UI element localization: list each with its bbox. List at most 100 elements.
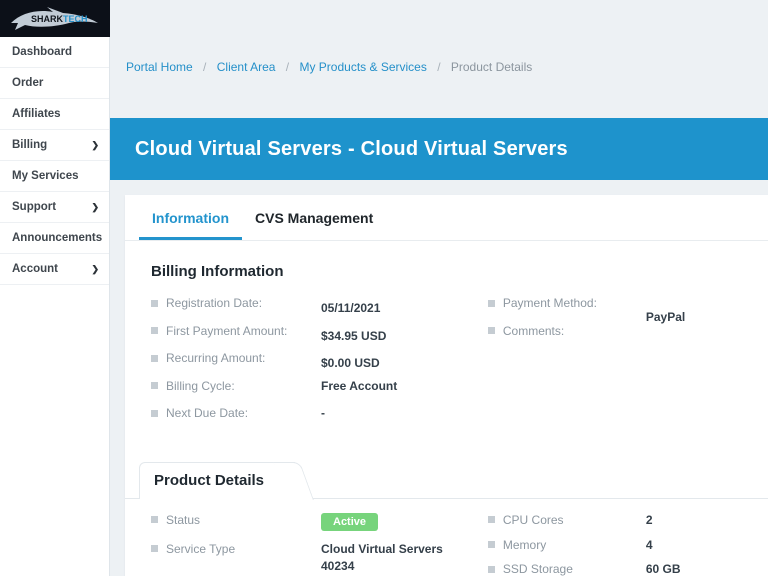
service-type-name: Cloud Virtual Servers [321,541,443,556]
sidebar-item-label: Affiliates [12,108,61,120]
sidebar-item-label: Billing [12,139,48,151]
bullet-icon [151,327,158,335]
sidebar-item-account[interactable]: Account ❯ [0,254,109,285]
chevron-right-icon: ❯ [91,139,99,150]
bullet-icon [487,327,495,335]
field-label: Billing Cycle: [166,378,235,393]
sidebar-item-my-services[interactable]: My Services [0,161,109,192]
shark-logo-icon: SHARK TECH [11,6,98,30]
bullet-icon [151,516,158,524]
sidebar-item-label: Account [12,263,58,275]
product-left-column: Status Active Service Type Cloud Virtual… [151,512,488,576]
product-details-grid: Status Active Service Type Cloud Virtual… [125,499,768,576]
billing-cycle-value: Free Account [321,378,398,393]
brand-name-secondary: TECH [63,14,88,24]
billing-right-column: Payment Method: PayPal Comments: [487,296,742,434]
bullet-icon [151,382,158,390]
bullet-icon [151,299,158,307]
product-details-tab-header: Product Details [125,461,768,499]
breadcrumb-link-my-products[interactable]: My Products & Services [299,60,426,74]
tab-label: CVS Management [255,210,374,226]
service-type-value: Cloud Virtual Servers 40234 [321,542,443,575]
billing-row-billing-cycle: Billing Cycle: Free Account [151,379,488,395]
field-label: Recurring Amount: [166,351,266,366]
breadcrumb-link-client-area[interactable]: Client Area [217,60,276,74]
product-row-memory: Memory 4 [487,537,742,554]
field-label: Service Type [166,541,236,556]
sidebar-item-announcements[interactable]: Announcements [0,223,109,254]
sidebar-item-label: My Services [12,170,79,182]
breadcrumb-separator: / [285,60,290,74]
service-type-number: 40234 [321,558,355,573]
recurring-amount-value: $0.00 USD [321,356,380,371]
bullet-icon [487,299,495,307]
payment-method-value: PayPal [645,310,686,324]
billing-information-heading: Billing Information [151,263,284,280]
sidebar-item-label: Dashboard [12,46,73,58]
field-label: Status [166,512,201,527]
billing-row-first-payment: First Payment Amount: $34.95 USD [151,323,488,343]
billing-grid: Registration Date: 05/11/2021 First Paym… [151,296,742,434]
ssd-storage-value: 60 GB [645,562,681,576]
field-label: SSD Storage [502,562,573,576]
bullet-icon [487,565,495,573]
status-badge: Active [321,512,379,531]
breadcrumb-link-portal-home[interactable]: Portal Home [126,60,193,74]
product-row-service-type: Service Type Cloud Virtual Servers 40234 [151,542,488,575]
breadcrumb-separator: / [437,60,441,74]
page-title: Cloud Virtual Servers - Cloud Virtual Se… [135,137,568,160]
bullet-icon [151,545,158,553]
billing-information-section: Billing Information Registration Date: 0… [125,241,768,442]
brand-logo[interactable]: SHARK TECH [0,0,110,37]
field-label: Comments: [502,323,565,338]
sidebar-item-label: Support [12,201,57,213]
billing-row-recurring-amount: Recurring Amount: $0.00 USD [151,351,488,370]
sidebar-item-support[interactable]: Support ❯ [0,192,109,223]
bullet-icon [487,516,495,524]
sidebar-item-order[interactable]: Order [0,68,109,99]
chevron-right-icon: ❯ [91,201,99,212]
breadcrumb: Portal Home / Client Area / My Products … [126,60,768,74]
field-label: Memory [502,537,547,552]
product-card: Information CVS Management Billing Infor… [125,195,768,576]
bullet-icon [487,541,495,549]
product-row-status: Status Active [151,512,488,531]
billing-row-next-due-date: Next Due Date: - [151,406,488,422]
bullet-icon [151,354,158,362]
field-label: CPU Cores [502,512,564,527]
product-details-heading: Product Details [154,471,265,489]
field-label: Registration Date: [166,296,263,310]
tab-label: Information [152,210,229,226]
sidebar-item-billing[interactable]: Billing ❯ [0,130,109,161]
memory-value: 4 [645,537,653,552]
product-row-cpu-cores: CPU Cores 2 [487,512,742,529]
billing-row-comments: Comments: [487,323,742,338]
registration-date-value: 05/11/2021 [321,301,381,315]
billing-row-registration-date: Registration Date: 05/11/2021 [151,296,488,315]
cpu-cores-value: 2 [645,512,653,527]
billing-row-payment-method: Payment Method: PayPal [487,296,742,324]
page-header-banner: Cloud Virtual Servers - Cloud Virtual Se… [110,118,768,180]
field-label: First Payment Amount: [166,323,288,338]
field-label: Payment Method: [502,296,597,310]
billing-left-column: Registration Date: 05/11/2021 First Paym… [151,296,488,434]
product-right-column: CPU Cores 2 Memory 4 SSD Storage 60 GB N… [487,512,742,576]
tab-bar: Information CVS Management [125,195,768,241]
sidebar-item-affiliates[interactable]: Affiliates [0,99,109,130]
product-row-ssd-storage: SSD Storage 60 GB [487,562,742,576]
product-details-tab: Product Details [139,461,296,499]
tab-cvs-management[interactable]: CVS Management [242,195,386,240]
brand-name-primary: SHARK [31,14,64,24]
next-due-date-value: - [321,406,325,421]
field-label: Next Due Date: [166,406,249,421]
breadcrumb-separator: / [203,60,207,74]
tab-information[interactable]: Information [139,195,242,240]
sidebar-item-label: Order [12,77,44,89]
first-payment-amount-value: $34.95 USD [321,328,387,343]
sidebar-item-label: Announcements [12,232,103,244]
chevron-right-icon: ❯ [91,263,99,274]
main-content: Portal Home / Client Area / My Products … [110,0,768,576]
bullet-icon [151,409,158,417]
sidebar-item-dashboard[interactable]: Dashboard [0,37,109,68]
sidebar: Dashboard Order Affiliates Billing ❯ My … [0,37,110,576]
